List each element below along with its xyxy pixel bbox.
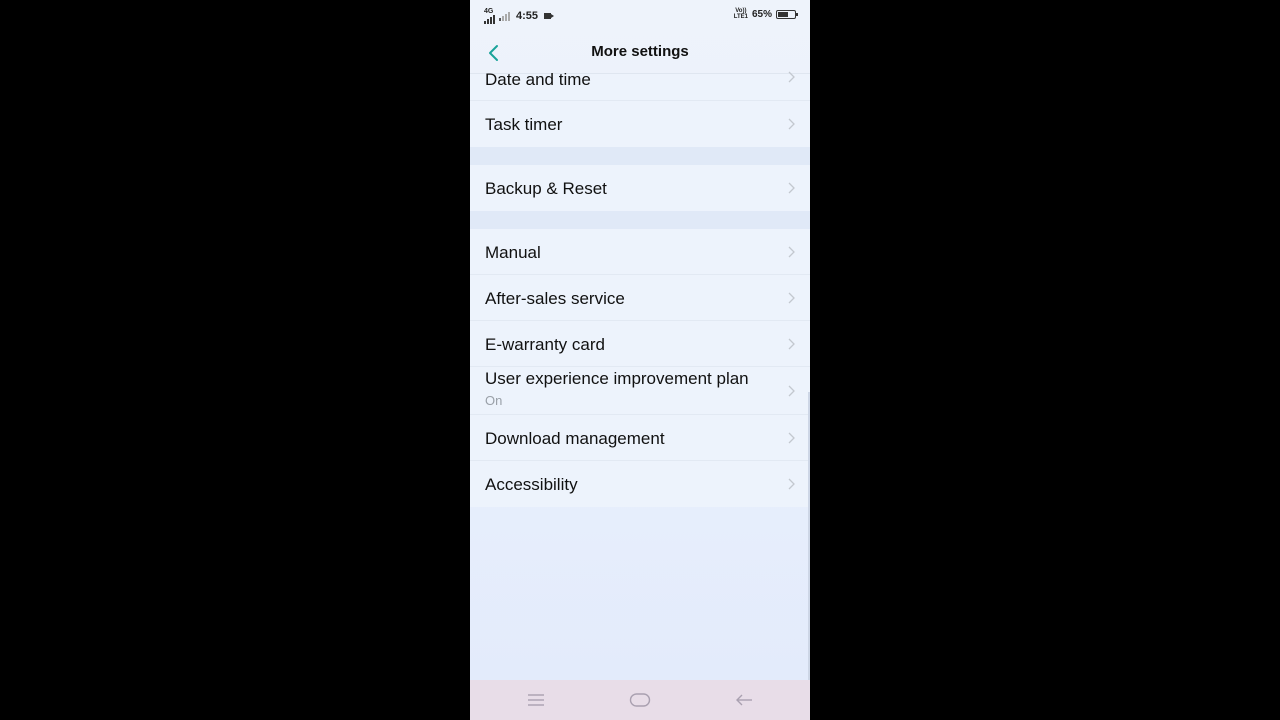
chevron-right-icon: [788, 292, 795, 304]
secondary-signal-icon: [499, 11, 510, 21]
group-separator: [470, 211, 810, 229]
settings-item-e-warranty-card[interactable]: E-warranty card: [470, 321, 810, 367]
status-time: 4:55: [516, 10, 539, 22]
menu-icon: [528, 694, 544, 706]
settings-item-label: Backup & Reset: [485, 179, 607, 198]
volte-line2: LTE1: [733, 14, 748, 20]
title-bar: More settings: [470, 36, 810, 70]
settings-item-after-sales-service[interactable]: After-sales service: [470, 275, 810, 321]
screen-record-icon: [544, 13, 555, 19]
battery-icon: [776, 9, 798, 19]
settings-item-label: E-warranty card: [485, 335, 605, 354]
chevron-right-icon: [788, 432, 795, 444]
nav-back-button[interactable]: [732, 690, 756, 710]
chevron-right-icon: [788, 182, 795, 194]
settings-item-label: Accessibility: [485, 475, 578, 494]
recent-apps-button[interactable]: [524, 690, 548, 710]
settings-item-backup-reset[interactable]: Backup & Reset: [470, 165, 810, 211]
page-title: More settings: [591, 43, 689, 60]
settings-item-date-and-time[interactable]: Date and time: [470, 70, 810, 101]
status-left: 4G 4:55: [484, 8, 555, 24]
signal-icon: 4G: [484, 8, 495, 24]
settings-item-label: Download management: [485, 429, 665, 448]
group-separator: [470, 147, 810, 165]
status-right: Vo)) LTE1 65%: [734, 8, 798, 20]
back-arrow-icon: [736, 694, 752, 706]
settings-list: Date and time Task timer Backup & Reset …: [470, 70, 810, 507]
home-icon: [629, 693, 651, 707]
navigation-bar: [470, 680, 810, 720]
settings-item-label: After-sales service: [485, 289, 625, 308]
chevron-right-icon: [788, 478, 795, 490]
settings-item-manual[interactable]: Manual: [470, 229, 810, 275]
signal-bars-icon: [484, 15, 495, 24]
chevron-right-icon: [788, 385, 795, 397]
settings-item-user-experience-plan[interactable]: User experience improvement plan On: [470, 367, 810, 415]
chevron-right-icon: [788, 71, 795, 83]
battery-percent: 65%: [751, 8, 772, 20]
home-button[interactable]: [628, 690, 652, 710]
settings-item-download-management[interactable]: Download management: [470, 415, 810, 461]
settings-item-label: Date and time: [485, 70, 591, 89]
status-bar: 4G 4:55 Vo)) LTE1 65%: [470, 0, 810, 30]
chevron-right-icon: [788, 118, 795, 130]
settings-item-label: Manual: [485, 243, 541, 262]
settings-item-status: On: [485, 393, 503, 408]
chevron-right-icon: [788, 246, 795, 258]
settings-item-accessibility[interactable]: Accessibility: [470, 461, 810, 507]
network-type: 4G: [484, 8, 494, 15]
settings-item-label: Task timer: [485, 115, 563, 134]
chevron-right-icon: [788, 338, 795, 350]
volte-icon: Vo)) LTE1: [734, 8, 748, 20]
scrollbar[interactable]: [808, 392, 810, 680]
settings-item-label: User experience improvement plan: [485, 369, 749, 388]
settings-item-task-timer[interactable]: Task timer: [470, 101, 810, 147]
battery-fill: [778, 11, 788, 17]
phone-screen: 4G 4:55 Vo)) LTE1 65% More settings Date…: [470, 0, 810, 720]
